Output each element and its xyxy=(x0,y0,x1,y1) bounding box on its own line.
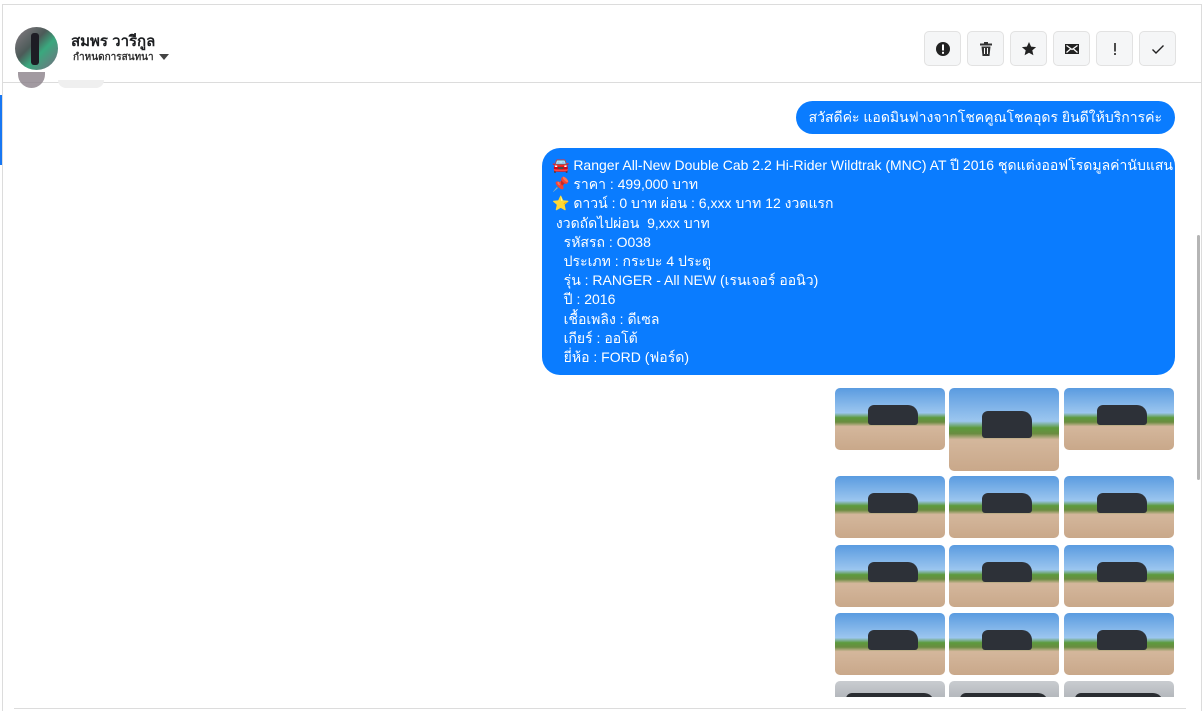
car-photo[interactable] xyxy=(1064,476,1174,538)
delete-button[interactable] xyxy=(967,31,1004,66)
avatar[interactable] xyxy=(15,27,58,70)
message-bubble-listing: 🚘 Ranger All-New Double Cab 2.2 Hi-Rider… xyxy=(542,148,1175,376)
car-photo[interactable] xyxy=(1064,681,1174,697)
selection-indicator xyxy=(0,95,2,165)
conversation-setting-label: กำหนดการสนทนา xyxy=(73,52,154,63)
car-photo[interactable] xyxy=(835,388,945,450)
header-actions xyxy=(924,31,1176,66)
caret-down-icon xyxy=(158,54,169,61)
car-photo[interactable] xyxy=(835,545,945,607)
car-photo[interactable] xyxy=(1064,545,1174,607)
important-button[interactable] xyxy=(1096,31,1133,66)
car-photo[interactable] xyxy=(949,476,1059,538)
previous-message-bubble xyxy=(58,80,104,88)
car-photo[interactable] xyxy=(949,613,1059,675)
report-icon xyxy=(935,41,950,56)
chat-header: สมพร วารีกูล กำหนดการสนทนา xyxy=(3,5,1201,83)
message-bubble-greeting: สวัสดีค่ะ แอดมินฟางจากโชคคูณโชคอุดร ยินด… xyxy=(795,101,1175,134)
car-photo[interactable] xyxy=(835,476,945,538)
car-photo[interactable] xyxy=(1064,388,1174,450)
car-photo[interactable] xyxy=(835,613,945,675)
composer-divider xyxy=(14,708,1186,709)
star-icon xyxy=(1021,41,1036,55)
car-photo[interactable] xyxy=(949,545,1059,607)
mark-done-button[interactable] xyxy=(1139,31,1176,66)
conversation-setting-dropdown[interactable]: กำหนดการสนทนา xyxy=(73,50,169,65)
photo-grid xyxy=(835,388,1175,697)
car-photo[interactable] xyxy=(835,681,945,697)
check-icon xyxy=(1151,44,1164,54)
trash-icon xyxy=(979,41,992,56)
mail-icon xyxy=(1064,43,1079,54)
car-photo[interactable] xyxy=(949,681,1059,697)
star-button[interactable] xyxy=(1010,31,1047,66)
mail-button[interactable] xyxy=(1053,31,1090,66)
report-button[interactable] xyxy=(924,31,961,66)
scrollbar-thumb[interactable] xyxy=(1197,235,1200,480)
car-photo[interactable] xyxy=(949,388,1059,471)
car-photo[interactable] xyxy=(1064,613,1174,675)
exclamation-icon xyxy=(1113,42,1116,55)
